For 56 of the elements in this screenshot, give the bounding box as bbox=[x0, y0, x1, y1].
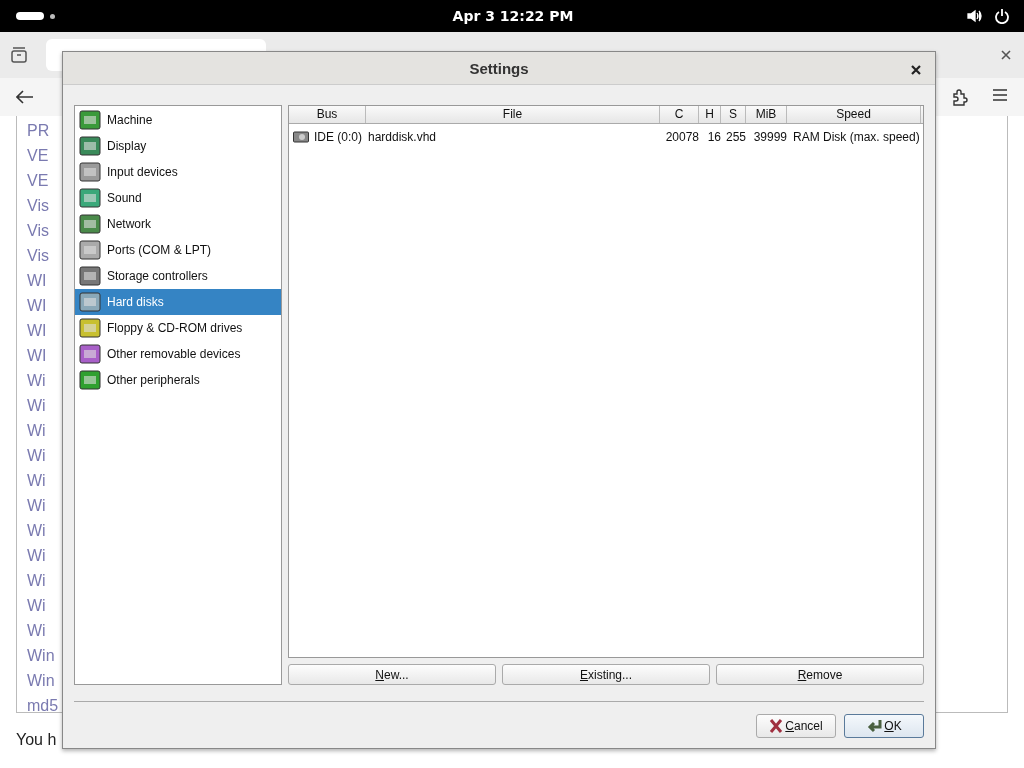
category-icon bbox=[78, 212, 102, 236]
category-item[interactable]: Network bbox=[75, 211, 281, 237]
table-cell-text: 255 bbox=[724, 130, 747, 144]
category-item[interactable]: Hard disks bbox=[75, 289, 281, 315]
power-icon[interactable] bbox=[994, 8, 1010, 24]
category-item[interactable]: Sound bbox=[75, 185, 281, 211]
category-item[interactable]: Floppy & CD-ROM drives bbox=[75, 315, 281, 341]
category-icon bbox=[78, 108, 102, 132]
close-icon[interactable] bbox=[1000, 49, 1012, 61]
category-item[interactable]: Other peripherals bbox=[75, 367, 281, 393]
column-header[interactable]: C bbox=[660, 106, 699, 123]
column-header[interactable]: MiB bbox=[746, 106, 787, 123]
table-cell-text: RAM Disk (max. speed) bbox=[792, 130, 921, 144]
category-item[interactable]: Ports (COM & LPT) bbox=[75, 237, 281, 263]
category-icon bbox=[78, 238, 102, 262]
column-header[interactable]: File bbox=[366, 106, 660, 123]
category-item[interactable]: Storage controllers bbox=[75, 263, 281, 289]
category-item[interactable]: Machine bbox=[75, 107, 281, 133]
disk-button[interactable]: Remove bbox=[716, 664, 924, 685]
dialog-title: Settings bbox=[469, 59, 529, 77]
clock[interactable]: Apr 3 12:22 PM bbox=[452, 8, 574, 24]
table-cell-text: IDE (0:0) bbox=[314, 130, 363, 144]
menu-icon[interactable] bbox=[992, 88, 1008, 102]
column-header[interactable]: Bus bbox=[289, 106, 366, 123]
footer-text: You h bbox=[16, 731, 57, 749]
volume-icon[interactable] bbox=[966, 8, 982, 24]
disk-button[interactable]: Existing... bbox=[502, 664, 710, 685]
disk-button[interactable]: New... bbox=[288, 664, 496, 685]
back-icon[interactable] bbox=[16, 90, 34, 104]
category-icon bbox=[78, 264, 102, 288]
column-header[interactable]: H bbox=[699, 106, 721, 123]
workspace-indicator[interactable] bbox=[16, 12, 44, 20]
ok-button[interactable]: OK bbox=[844, 714, 924, 738]
workspace-dot[interactable] bbox=[50, 13, 55, 19]
column-header[interactable]: S bbox=[721, 106, 746, 123]
category-icon bbox=[78, 290, 102, 314]
category-item[interactable]: Display bbox=[75, 133, 281, 159]
tab-overview-icon[interactable] bbox=[10, 46, 28, 64]
table-cell-text: harddisk.vhd bbox=[368, 130, 438, 144]
table-cell-text: 20078 bbox=[664, 130, 700, 144]
table-cell-text: 39999 bbox=[752, 130, 788, 144]
category-icon bbox=[78, 134, 102, 158]
category-icon bbox=[78, 160, 102, 184]
category-icon bbox=[78, 368, 102, 392]
category-icon bbox=[78, 186, 102, 210]
category-icon bbox=[78, 342, 102, 366]
table-cell-text: 16 bbox=[706, 130, 722, 144]
cross-icon bbox=[769, 718, 784, 734]
cancel-button[interactable]: Cancel bbox=[756, 714, 836, 738]
category-item[interactable]: Other removable devices bbox=[75, 341, 281, 367]
category-item[interactable]: Input devices bbox=[75, 159, 281, 185]
return-arrow-icon bbox=[866, 719, 883, 733]
puzzle-icon[interactable] bbox=[952, 88, 968, 106]
close-icon[interactable] bbox=[911, 65, 921, 75]
column-header[interactable]: Speed bbox=[787, 106, 921, 123]
category-icon bbox=[78, 316, 102, 340]
